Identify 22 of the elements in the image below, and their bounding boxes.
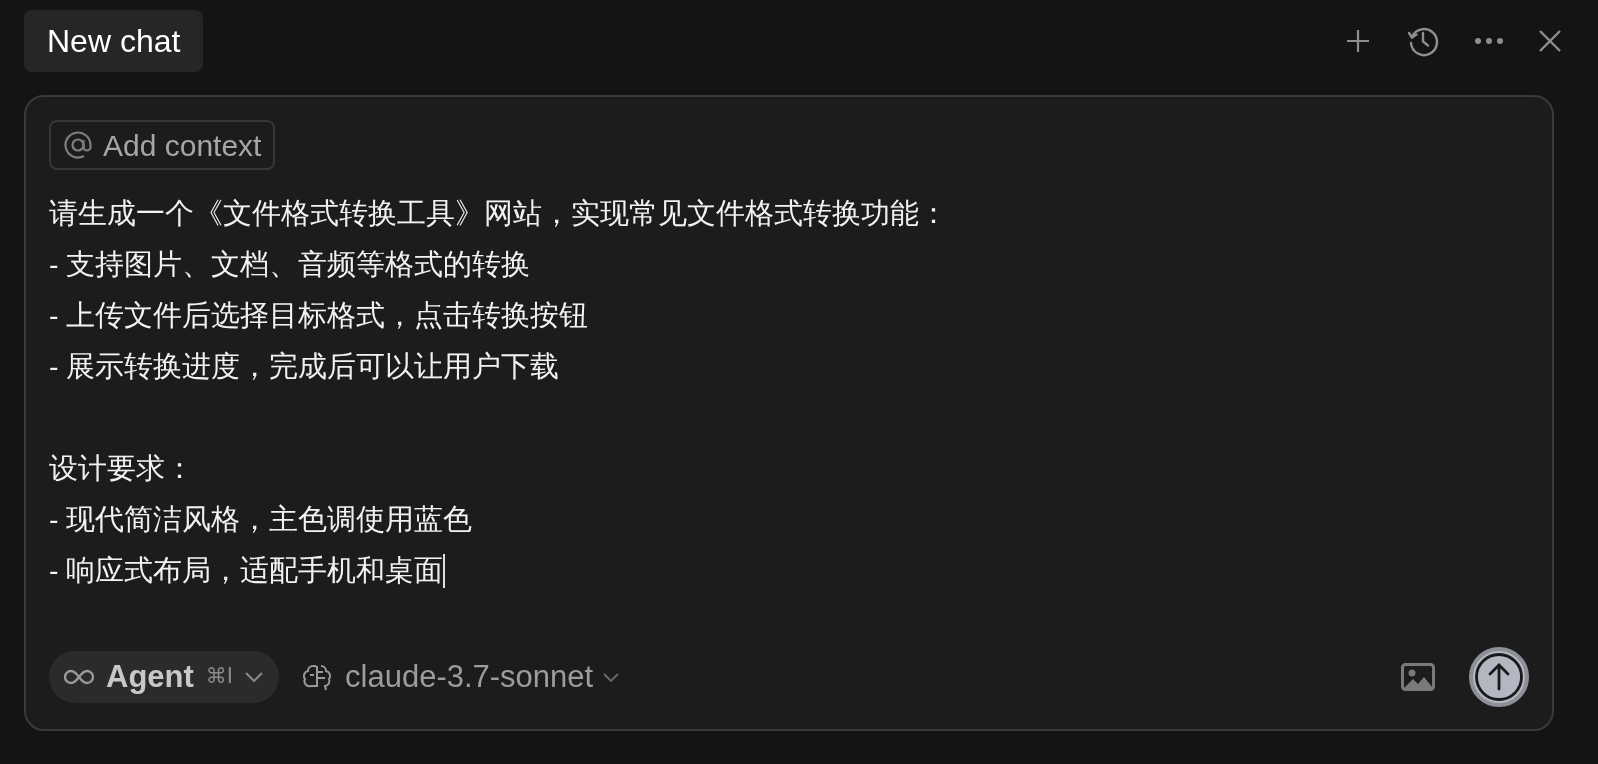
chevron-down-icon xyxy=(245,672,264,682)
prompt-line: - 响应式布局，适配手机和桌面 xyxy=(49,553,444,588)
text-cursor xyxy=(443,553,446,588)
image-icon[interactable] xyxy=(1401,663,1435,691)
prompt-line: - 展示转换进度，完成后可以让用户下载 xyxy=(49,349,560,384)
add-context-button[interactable]: Add context xyxy=(49,120,276,170)
mode-selector[interactable]: Agent ⌘I xyxy=(49,651,280,703)
more-icon[interactable] xyxy=(1474,37,1504,45)
arrow-up-icon xyxy=(1475,653,1523,701)
new-chat-icon[interactable] xyxy=(1344,27,1372,55)
chevron-down-icon xyxy=(603,672,620,682)
close-icon[interactable] xyxy=(1538,29,1562,53)
prompt-line: 请生成一个《文件格式转换工具》网站，实现常见文件格式转换功能： xyxy=(49,196,948,231)
infinity-icon xyxy=(64,669,94,685)
send-button[interactable] xyxy=(1469,647,1529,707)
prompt-line: - 现代简洁风格，主色调使用蓝色 xyxy=(49,502,473,537)
prompt-line: - 支持图片、文档、音频等格式的转换 xyxy=(49,247,531,282)
model-selector[interactable]: claude-3.7-sonnet xyxy=(303,653,620,701)
at-icon xyxy=(63,130,93,160)
prompt-line: 设计要求： xyxy=(49,451,194,486)
chat-tab[interactable]: New chat xyxy=(24,10,204,72)
prompt-line: - 上传文件后选择目标格式，点击转换按钮 xyxy=(49,298,589,333)
